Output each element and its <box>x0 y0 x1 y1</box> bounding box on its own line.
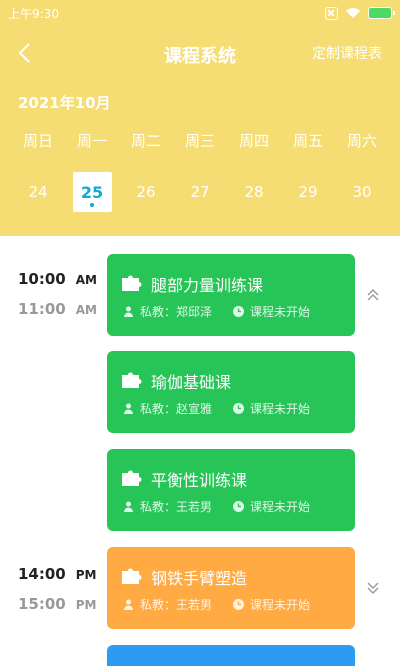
slot-start-time: 10:00 AM <box>18 270 97 288</box>
sim-icon <box>325 6 338 20</box>
date-cell-selected[interactable]: 25 <box>65 172 119 212</box>
course-status: 课程未开始 <box>233 498 310 515</box>
chevron-double-up-icon[interactable] <box>366 288 380 302</box>
course-status: 课程未开始 <box>233 400 310 417</box>
course-status: 课程未开始 <box>233 596 310 613</box>
puzzle-icon <box>122 275 142 291</box>
date-cell[interactable]: 27 <box>173 172 227 212</box>
clock-icon <box>233 306 244 317</box>
clock-icon <box>233 403 244 414</box>
chevron-double-down-icon[interactable] <box>366 581 380 595</box>
course-title: 腿部力量训练课 <box>151 276 264 295</box>
month-label: 2021年10月 <box>18 94 111 112</box>
weekday-label: 周六 <box>346 132 377 150</box>
course-teacher: 私教：赵宣雅 <box>123 400 233 417</box>
status-time: 上午9:30 <box>8 7 59 21</box>
chevron-left-icon <box>18 43 30 63</box>
course-teacher: 私教：王若男 <box>123 498 233 515</box>
date-cell[interactable]: 26 <box>119 172 173 212</box>
course-meta: 私教：郑邱泽 课程未开始 <box>123 303 310 320</box>
course-status: 课程未开始 <box>233 303 310 320</box>
person-icon <box>124 306 133 317</box>
course-meta: 私教：王若男 课程未开始 <box>123 596 310 613</box>
person-icon <box>124 403 133 414</box>
slot-end-time: 15:00 PM <box>18 595 97 613</box>
date-cell[interactable]: 28 <box>227 172 281 212</box>
clock-icon <box>233 501 244 512</box>
header: 上午9:30 课程系统 定制课程表 2021年10月 周日 周一 周二 周三 周… <box>0 0 400 236</box>
status-bar: 上午9:30 <box>0 0 400 26</box>
wifi-icon <box>345 4 361 23</box>
date-row: 24 25 26 27 28 29 30 <box>0 172 400 212</box>
puzzle-icon <box>122 372 142 388</box>
status-icons <box>318 4 395 23</box>
weekday-label: 周一 <box>76 132 107 150</box>
course-card[interactable]: 腿部力量训练课 私教：郑邱泽 课程未开始 <box>107 254 355 336</box>
course-card[interactable] <box>107 645 355 666</box>
weekday-label: 周日 <box>22 132 53 150</box>
course-title: 瑜伽基础课 <box>151 373 232 392</box>
course-teacher: 私教：郑邱泽 <box>123 303 233 320</box>
course-meta: 私教：赵宣雅 课程未开始 <box>123 400 310 417</box>
weekday-row: 周日 周一 周二 周三 周四 周五 周六 <box>0 130 400 151</box>
clock-icon <box>233 599 244 610</box>
back-button[interactable] <box>14 41 38 65</box>
course-title: 平衡性训练课 <box>151 471 248 490</box>
weekday-label: 周三 <box>184 132 215 150</box>
slot-end-time: 11:00 AM <box>18 300 97 318</box>
date-cell[interactable]: 30 <box>335 172 389 212</box>
customize-schedule-button[interactable]: 定制课程表 <box>312 43 382 63</box>
puzzle-icon <box>122 568 142 584</box>
puzzle-icon <box>122 470 142 486</box>
date-cell[interactable]: 24 <box>11 172 65 212</box>
person-icon <box>124 599 133 610</box>
schedule-list: 10:00 AM 11:00 AM 腿部力量训练课 私教：郑邱泽 课程未开始 瑜伽基… <box>0 236 400 666</box>
person-icon <box>124 501 133 512</box>
date-cell[interactable]: 29 <box>281 172 335 212</box>
weekday-label: 周四 <box>238 132 269 150</box>
course-card[interactable]: 瑜伽基础课 私教：赵宣雅 课程未开始 <box>107 351 355 433</box>
course-card[interactable]: 钢铁手臂塑造 私教：王若男 课程未开始 <box>107 547 355 629</box>
course-title: 钢铁手臂塑造 <box>151 569 248 588</box>
battery-icon <box>368 7 395 19</box>
course-teacher: 私教：王若男 <box>123 596 233 613</box>
slot-start-time: 14:00 PM <box>18 565 97 583</box>
course-meta: 私教：王若男 课程未开始 <box>123 498 310 515</box>
weekday-label: 周五 <box>292 132 323 150</box>
weekday-label: 周二 <box>130 132 161 150</box>
course-card[interactable]: 平衡性训练课 私教：王若男 课程未开始 <box>107 449 355 531</box>
